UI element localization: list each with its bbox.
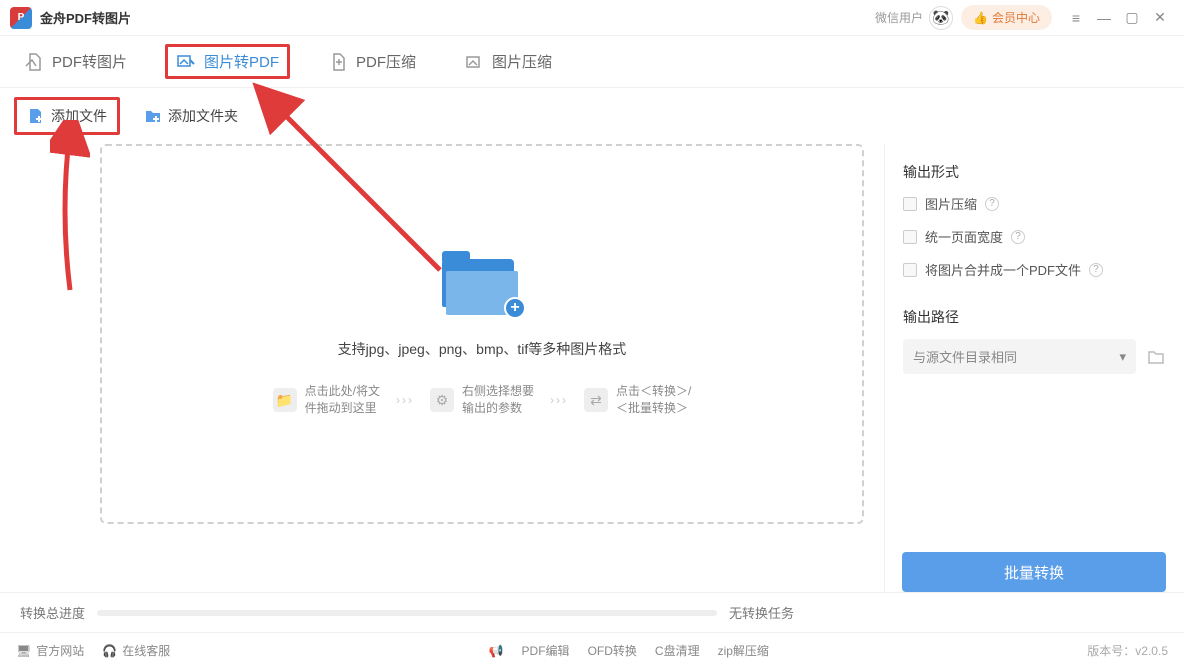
tool-c-clean[interactable]: C盘清理 xyxy=(655,642,700,659)
tab-image-compress[interactable]: 图片压缩 xyxy=(454,45,562,78)
member-center-button[interactable]: 👍 会员中心 xyxy=(961,5,1052,30)
checkbox[interactable] xyxy=(903,230,917,244)
output-path-select[interactable]: 与源文件目录相同 ▾ xyxy=(903,339,1136,374)
tool-ofd-convert[interactable]: OFD转换 xyxy=(588,642,637,659)
option-image-compress[interactable]: 图片压缩 ? xyxy=(903,194,1166,213)
dropzone[interactable]: + 支持jpg、jpeg、png、bmp、tif等多种图片格式 📁 点击此处/将… xyxy=(100,144,864,524)
right-panel: 输出形式 图片压缩 ? 统一页面宽度 ? 将图片合并成一个PDF文件 ? 输出路… xyxy=(884,144,1184,592)
image-to-pdf-icon xyxy=(176,52,196,72)
progress-status: 无转换任务 xyxy=(729,603,794,622)
horn-icon: 📢 xyxy=(489,644,504,658)
progress-track xyxy=(97,610,717,616)
monitor-icon: 🖥 xyxy=(16,644,31,658)
headset-icon: 🎧 xyxy=(102,644,117,658)
step-2: ⚙ 右侧选择想要输出的参数 xyxy=(430,383,534,417)
option-uniform-width[interactable]: 统一页面宽度 ? xyxy=(903,227,1166,246)
help-icon[interactable]: ? xyxy=(985,197,999,211)
output-format-title: 输出形式 xyxy=(903,162,1166,182)
pdf-to-image-icon xyxy=(24,52,44,72)
step-3: ⇄ 点击＜转换＞/＜批量转换＞ xyxy=(584,383,691,417)
minimize-icon[interactable]: — xyxy=(1090,4,1118,32)
pdf-compress-icon xyxy=(328,52,348,72)
official-site-link[interactable]: 🖥 官方网站 xyxy=(16,642,84,659)
browse-folder-icon[interactable] xyxy=(1146,347,1166,367)
convert-icon: ⇄ xyxy=(584,388,608,412)
wechat-user-label: 微信用户 xyxy=(875,9,923,26)
folder-icon: 📁 xyxy=(273,388,297,412)
tab-pdf-compress[interactable]: PDF压缩 xyxy=(318,45,426,78)
arrow-icon: ››› xyxy=(396,393,414,407)
progress-row: 转换总进度 无转换任务 xyxy=(0,592,1184,632)
folder-add-icon xyxy=(144,107,162,125)
thumbs-up-icon: 👍 xyxy=(973,11,988,25)
main-tabs: PDF转图片 图片转PDF PDF压缩 图片压缩 xyxy=(0,36,1184,88)
support-text: 支持jpg、jpeg、png、bmp、tif等多种图片格式 xyxy=(338,339,627,359)
option-merge-pdf[interactable]: 将图片合并成一个PDF文件 ? xyxy=(903,260,1166,279)
toolbar: 添加文件 添加文件夹 xyxy=(0,88,1184,144)
tab-image-to-pdf[interactable]: 图片转PDF xyxy=(165,44,290,79)
folder-plus-icon: + xyxy=(442,251,522,315)
arrow-icon: ››› xyxy=(550,393,568,407)
batch-convert-button[interactable]: 批量转换 xyxy=(902,552,1166,592)
checkbox[interactable] xyxy=(903,197,917,211)
output-path-title: 输出路径 xyxy=(903,307,1166,327)
tab-pdf-to-image[interactable]: PDF转图片 xyxy=(14,45,137,78)
menu-icon[interactable]: ≡ xyxy=(1062,4,1090,32)
chevron-down-icon: ▾ xyxy=(1119,349,1126,365)
file-add-icon xyxy=(27,107,45,125)
image-compress-icon xyxy=(464,52,484,72)
online-support-link[interactable]: 🎧 在线客服 xyxy=(102,642,170,659)
version-label: 版本号：v2.0.5 xyxy=(1087,642,1168,659)
settings-icon: ⚙ xyxy=(430,388,454,412)
close-icon[interactable]: ✕ xyxy=(1146,4,1174,32)
user-avatar-icon[interactable]: 🐼 xyxy=(929,6,953,30)
add-folder-button[interactable]: 添加文件夹 xyxy=(134,100,248,132)
add-file-button[interactable]: 添加文件 xyxy=(14,97,120,135)
checkbox[interactable] xyxy=(903,263,917,277)
progress-label: 转换总进度 xyxy=(20,603,85,622)
app-title: 金舟PDF转图片 xyxy=(40,8,131,27)
statusbar: 🖥 官方网站 🎧 在线客服 📢 PDF编辑 OFD转换 C盘清理 zip解压缩 … xyxy=(0,632,1184,668)
help-icon[interactable]: ? xyxy=(1089,263,1103,277)
maximize-icon[interactable]: ▢ xyxy=(1118,4,1146,32)
step-1: 📁 点击此处/将文件拖动到这里 xyxy=(273,383,380,417)
help-icon[interactable]: ? xyxy=(1011,230,1025,244)
steps: 📁 点击此处/将文件拖动到这里 ››› ⚙ 右侧选择想要输出的参数 ››› ⇄ … xyxy=(273,383,692,417)
tool-pdf-edit[interactable]: PDF编辑 xyxy=(522,642,570,659)
app-icon: P xyxy=(10,7,32,29)
tool-zip[interactable]: zip解压缩 xyxy=(718,642,769,659)
